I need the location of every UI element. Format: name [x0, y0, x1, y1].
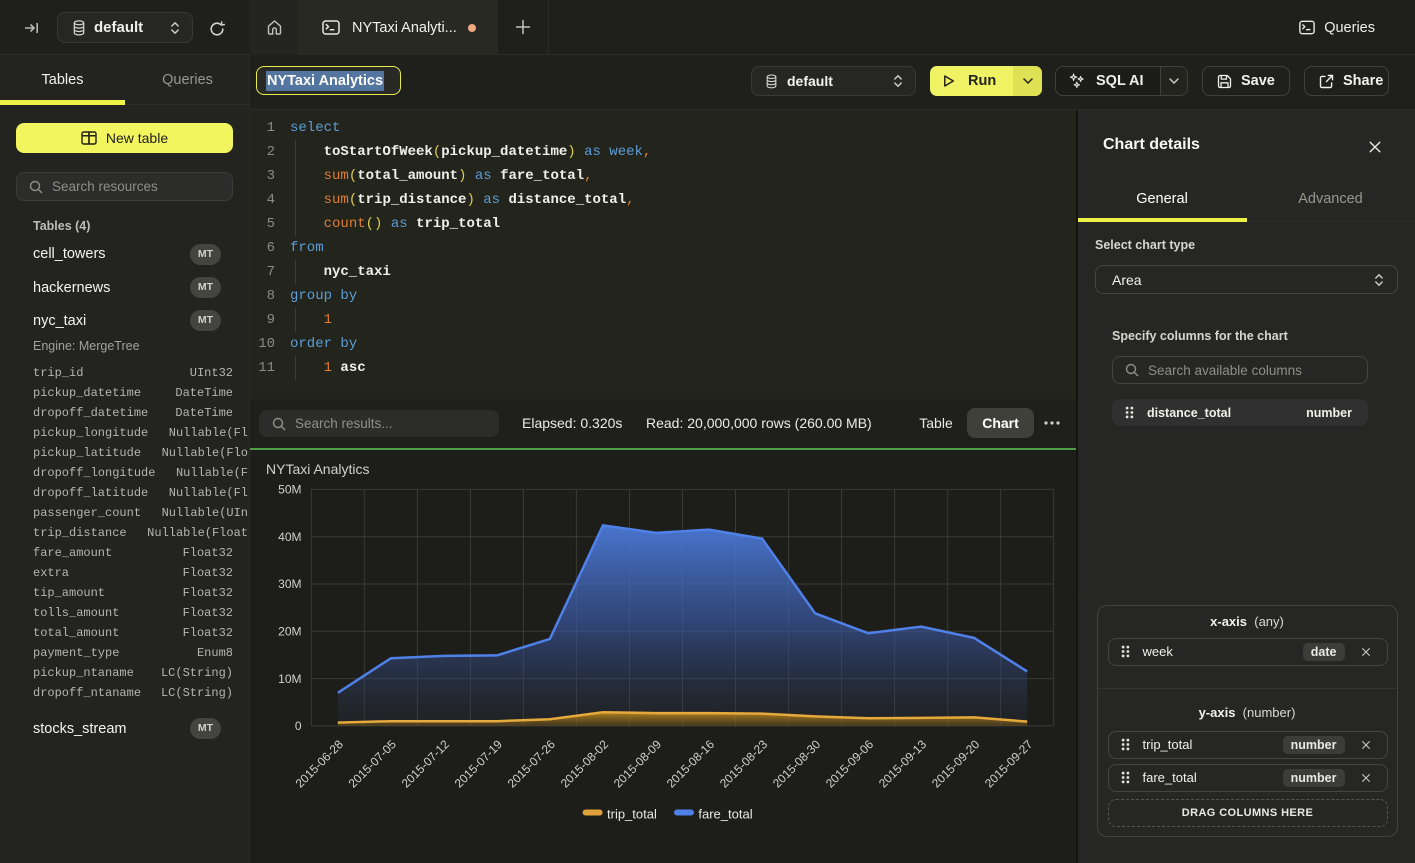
svg-text:2015-09-13: 2015-09-13	[876, 737, 930, 791]
svg-text:10M: 10M	[278, 672, 301, 686]
svg-text:2015-07-05: 2015-07-05	[346, 737, 400, 791]
svg-text:0: 0	[295, 719, 302, 733]
svg-text:50M: 50M	[278, 483, 301, 497]
svg-text:40M: 40M	[278, 530, 301, 544]
svg-text:2015-08-16: 2015-08-16	[664, 737, 718, 791]
svg-text:2015-08-23: 2015-08-23	[717, 737, 771, 791]
svg-text:2015-07-12: 2015-07-12	[399, 737, 453, 791]
svg-text:20M: 20M	[278, 625, 301, 639]
svg-text:30M: 30M	[278, 577, 301, 591]
svg-text:trip_total: trip_total	[607, 807, 657, 822]
svg-text:NYTaxi Analytics: NYTaxi Analytics	[266, 461, 369, 477]
svg-text:2015-08-02: 2015-08-02	[558, 737, 612, 791]
svg-text:2015-09-06: 2015-09-06	[823, 737, 877, 791]
svg-text:2015-07-26: 2015-07-26	[505, 737, 559, 791]
svg-text:2015-06-28: 2015-06-28	[293, 737, 347, 791]
svg-text:2015-08-09: 2015-08-09	[611, 737, 665, 791]
svg-text:2015-08-30: 2015-08-30	[770, 737, 824, 791]
svg-text:2015-07-19: 2015-07-19	[452, 737, 506, 791]
svg-text:fare_total: fare_total	[698, 807, 752, 822]
svg-text:2015-09-20: 2015-09-20	[929, 737, 983, 791]
svg-text:2015-09-27: 2015-09-27	[982, 737, 1036, 791]
